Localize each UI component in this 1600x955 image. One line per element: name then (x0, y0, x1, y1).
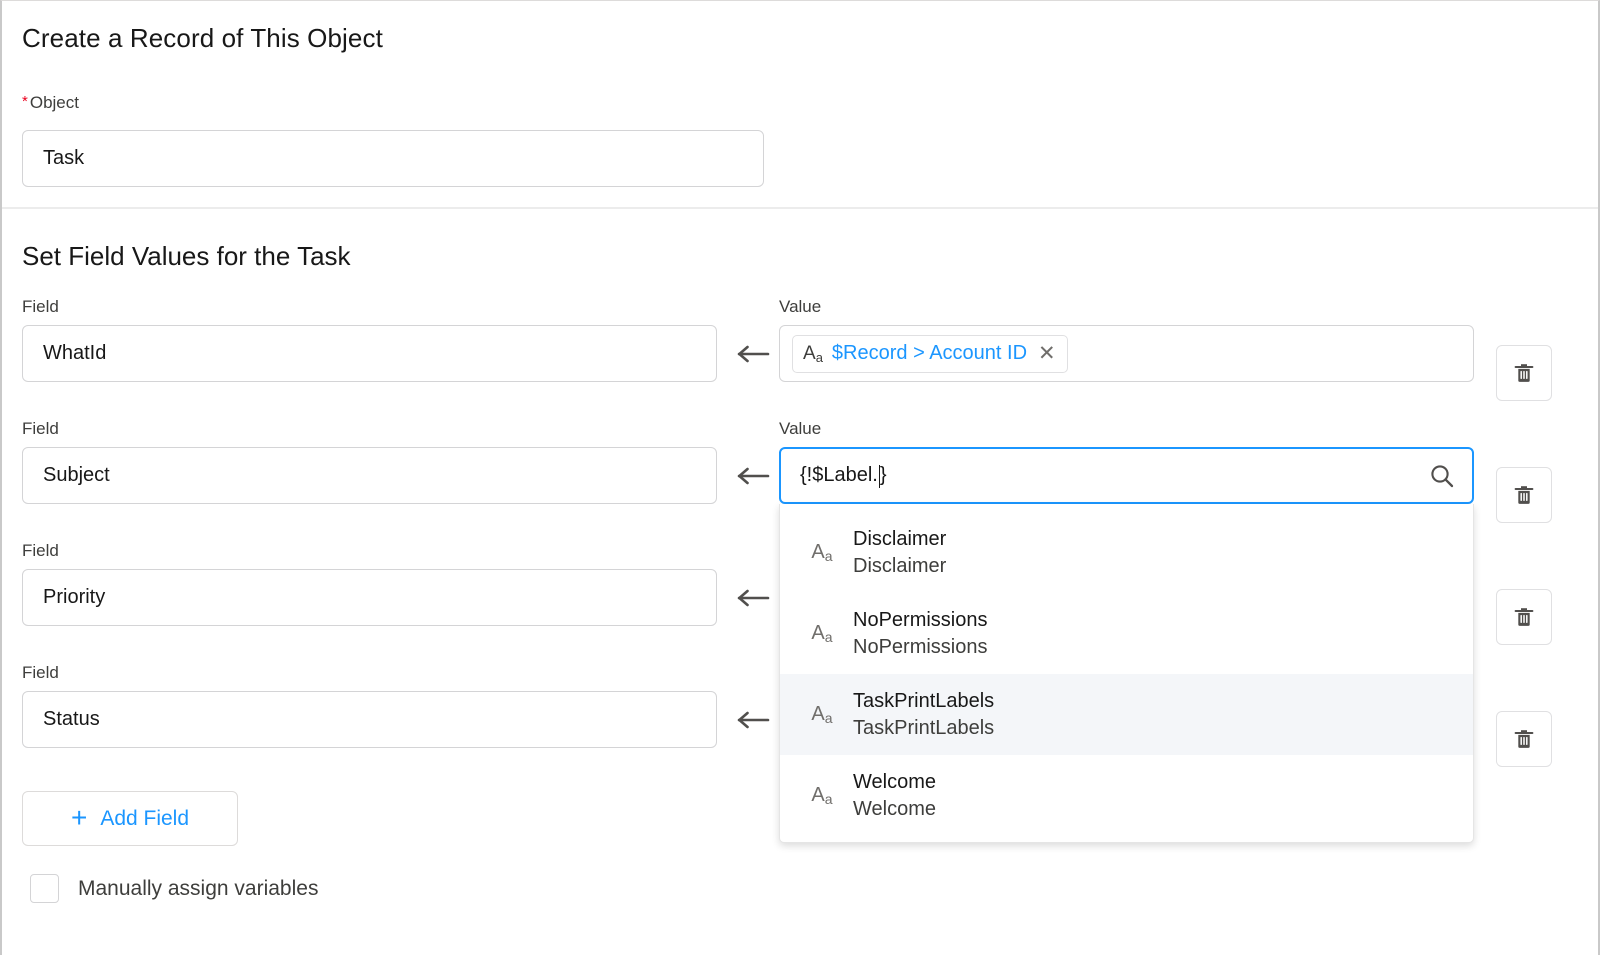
merge-field-pill[interactable]: Aa $Record > Account ID ✕ (792, 334, 1068, 373)
delete-row-button[interactable] (1496, 467, 1552, 523)
list-item-secondary: TaskPrintLabels (853, 716, 995, 739)
value-combobox-subject: {!$Label.} Aa Disclaimer Disclaimer Aa N… (779, 447, 1474, 843)
text-datatype-icon: Aa (811, 541, 833, 564)
field-row: Field Subject Value {!$Label.} Aa Discla… (2, 419, 1598, 843)
field-row: Field WhatId Value Aa $Record > Account … (2, 297, 1598, 407)
list-item[interactable]: Aa Disclaimer Disclaimer (780, 512, 1473, 593)
field-input-value: Status (43, 708, 100, 730)
arrow-left-icon (731, 691, 777, 748)
trash-icon (1514, 608, 1534, 626)
field-column-label: Field (22, 419, 59, 438)
list-item-secondary: NoPermissions (853, 635, 988, 658)
search-input-value: {!$Label. (800, 464, 878, 486)
field-input-priority[interactable]: Priority (22, 569, 717, 626)
text-datatype-icon: Aa (811, 784, 833, 807)
object-field-label: * Object (22, 93, 79, 113)
manually-assign-variables-label: Manually assign variables (78, 876, 319, 900)
delete-row-button[interactable] (1496, 345, 1552, 401)
value-input-whatid[interactable]: Aa $Record > Account ID ✕ (779, 325, 1474, 382)
list-item-secondary: Welcome (853, 797, 936, 820)
list-item[interactable]: Aa TaskPrintLabels TaskPrintLabels (780, 674, 1473, 755)
list-item-primary: Welcome (853, 770, 936, 793)
delete-row-button[interactable] (1496, 711, 1552, 767)
trash-icon (1514, 364, 1534, 382)
list-item[interactable]: Aa NoPermissions NoPermissions (780, 593, 1473, 674)
field-input-value: WhatId (43, 342, 107, 364)
object-section: Create a Record of This Object * Object T… (2, 1, 1598, 209)
search-icon[interactable] (1429, 463, 1455, 489)
search-results-dropdown: Aa Disclaimer Disclaimer Aa NoPermission… (779, 504, 1474, 843)
field-input-value: Priority (43, 586, 106, 608)
field-input-subject[interactable]: Subject (22, 447, 717, 504)
list-item-primary: Disclaimer (853, 527, 947, 550)
value-column-label: Value (779, 297, 822, 316)
add-field-button[interactable]: + Add Field (22, 791, 238, 846)
field-column-label: Field (22, 297, 59, 316)
object-label-text: Object (29, 93, 79, 112)
text-caret (878, 465, 880, 488)
trash-icon (1514, 730, 1534, 748)
list-item[interactable]: Aa Welcome Welcome (780, 755, 1473, 836)
create-record-panel: Create a Record of This Object * Object T… (0, 0, 1600, 955)
field-input-status[interactable]: Status (22, 691, 717, 748)
object-input-value: Task (43, 147, 85, 169)
field-column-label: Field (22, 541, 59, 560)
pill-label: $Record > Account ID (831, 342, 1028, 364)
delete-row-button[interactable] (1496, 589, 1552, 645)
field-input-value: Subject (43, 464, 110, 486)
page-title: Create a Record of This Object (22, 23, 383, 53)
manually-assign-variables-row[interactable]: Manually assign variables (30, 874, 318, 903)
arrow-left-icon (731, 447, 777, 504)
field-column-label: Field (22, 663, 59, 682)
object-input[interactable]: Task (22, 130, 764, 187)
list-item-primary: NoPermissions (853, 608, 988, 631)
text-datatype-icon: Aa (811, 703, 833, 726)
field-input-whatid[interactable]: WhatId (22, 325, 717, 382)
section-title: Set Field Values for the Task (22, 241, 351, 271)
trash-icon (1514, 486, 1534, 504)
list-item-primary: TaskPrintLabels (853, 689, 995, 712)
add-field-label: Add Field (100, 806, 190, 830)
text-datatype-icon: Aa (803, 342, 823, 365)
required-asterisk: * (22, 93, 28, 110)
search-input[interactable]: {!$Label.} (779, 447, 1474, 504)
arrow-left-icon (731, 569, 777, 626)
manually-assign-variables-checkbox[interactable] (30, 874, 59, 903)
field-values-section: Set Field Values for the Task Field What… (2, 209, 1598, 955)
plus-icon: + (70, 801, 88, 833)
value-column-label: Value (779, 419, 822, 438)
close-icon[interactable]: ✕ (1038, 343, 1056, 364)
search-input-value-suffix: } (879, 464, 887, 486)
text-datatype-icon: Aa (811, 622, 833, 645)
arrow-left-icon (731, 325, 777, 382)
list-item-secondary: Disclaimer (853, 554, 947, 577)
